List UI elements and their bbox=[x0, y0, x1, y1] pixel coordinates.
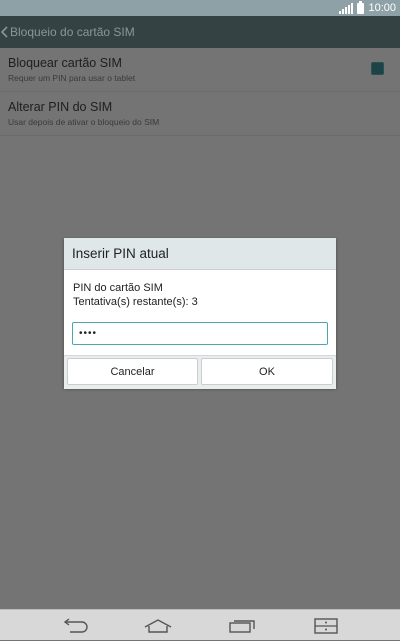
page-title: Bloqueio do cartão SIM bbox=[10, 25, 135, 39]
recent-apps-icon[interactable] bbox=[222, 610, 262, 641]
back-icon[interactable] bbox=[54, 610, 94, 641]
ok-button[interactable]: OK bbox=[201, 358, 333, 385]
cancel-button[interactable]: Cancelar bbox=[67, 358, 198, 385]
setting-lock-sim-title: Bloquear cartão SIM bbox=[8, 56, 122, 70]
setting-change-pin-subtitle: Usar depois de ativar o bloqueio do SIM bbox=[8, 117, 160, 127]
home-icon[interactable] bbox=[138, 610, 178, 641]
status-icons: 10:00 bbox=[339, 0, 396, 16]
battery-icon bbox=[357, 0, 365, 14]
setting-change-pin-title: Alterar PIN do SIM bbox=[8, 100, 113, 114]
dialog-message: PIN do cartão SIM Tentativa(s) restante(… bbox=[73, 281, 198, 309]
status-time: 10:00 bbox=[368, 2, 396, 14]
status-bar: 10:00 bbox=[0, 0, 400, 16]
dialog-title: Inserir PIN atual bbox=[64, 238, 336, 270]
signal-icon bbox=[339, 2, 354, 14]
navigation-bar bbox=[0, 609, 400, 640]
lock-sim-checkbox[interactable] bbox=[371, 62, 384, 75]
action-bar: Bloqueio do cartão SIM bbox=[0, 16, 400, 48]
settings-list: Bloquear cartão SIM Requer um PIN para u… bbox=[0, 48, 400, 136]
dialog-message-line2: Tentativa(s) restante(s): 3 bbox=[73, 296, 198, 308]
dialog-message-line1: PIN do cartão SIM bbox=[73, 282, 163, 294]
dialog-button-bar: Cancelar OK bbox=[64, 355, 336, 389]
menu-icon[interactable] bbox=[306, 610, 346, 641]
setting-change-pin[interactable]: Alterar PIN do SIM Usar depois de ativar… bbox=[0, 92, 400, 136]
pin-dialog: Inserir PIN atual PIN do cartão SIM Tent… bbox=[64, 238, 336, 389]
chevron-left-icon[interactable] bbox=[0, 16, 10, 48]
setting-lock-sim-subtitle: Requer um PIN para usar o tablet bbox=[8, 73, 136, 83]
pin-input[interactable]: •••• bbox=[72, 322, 328, 345]
setting-lock-sim[interactable]: Bloquear cartão SIM Requer um PIN para u… bbox=[0, 48, 400, 92]
